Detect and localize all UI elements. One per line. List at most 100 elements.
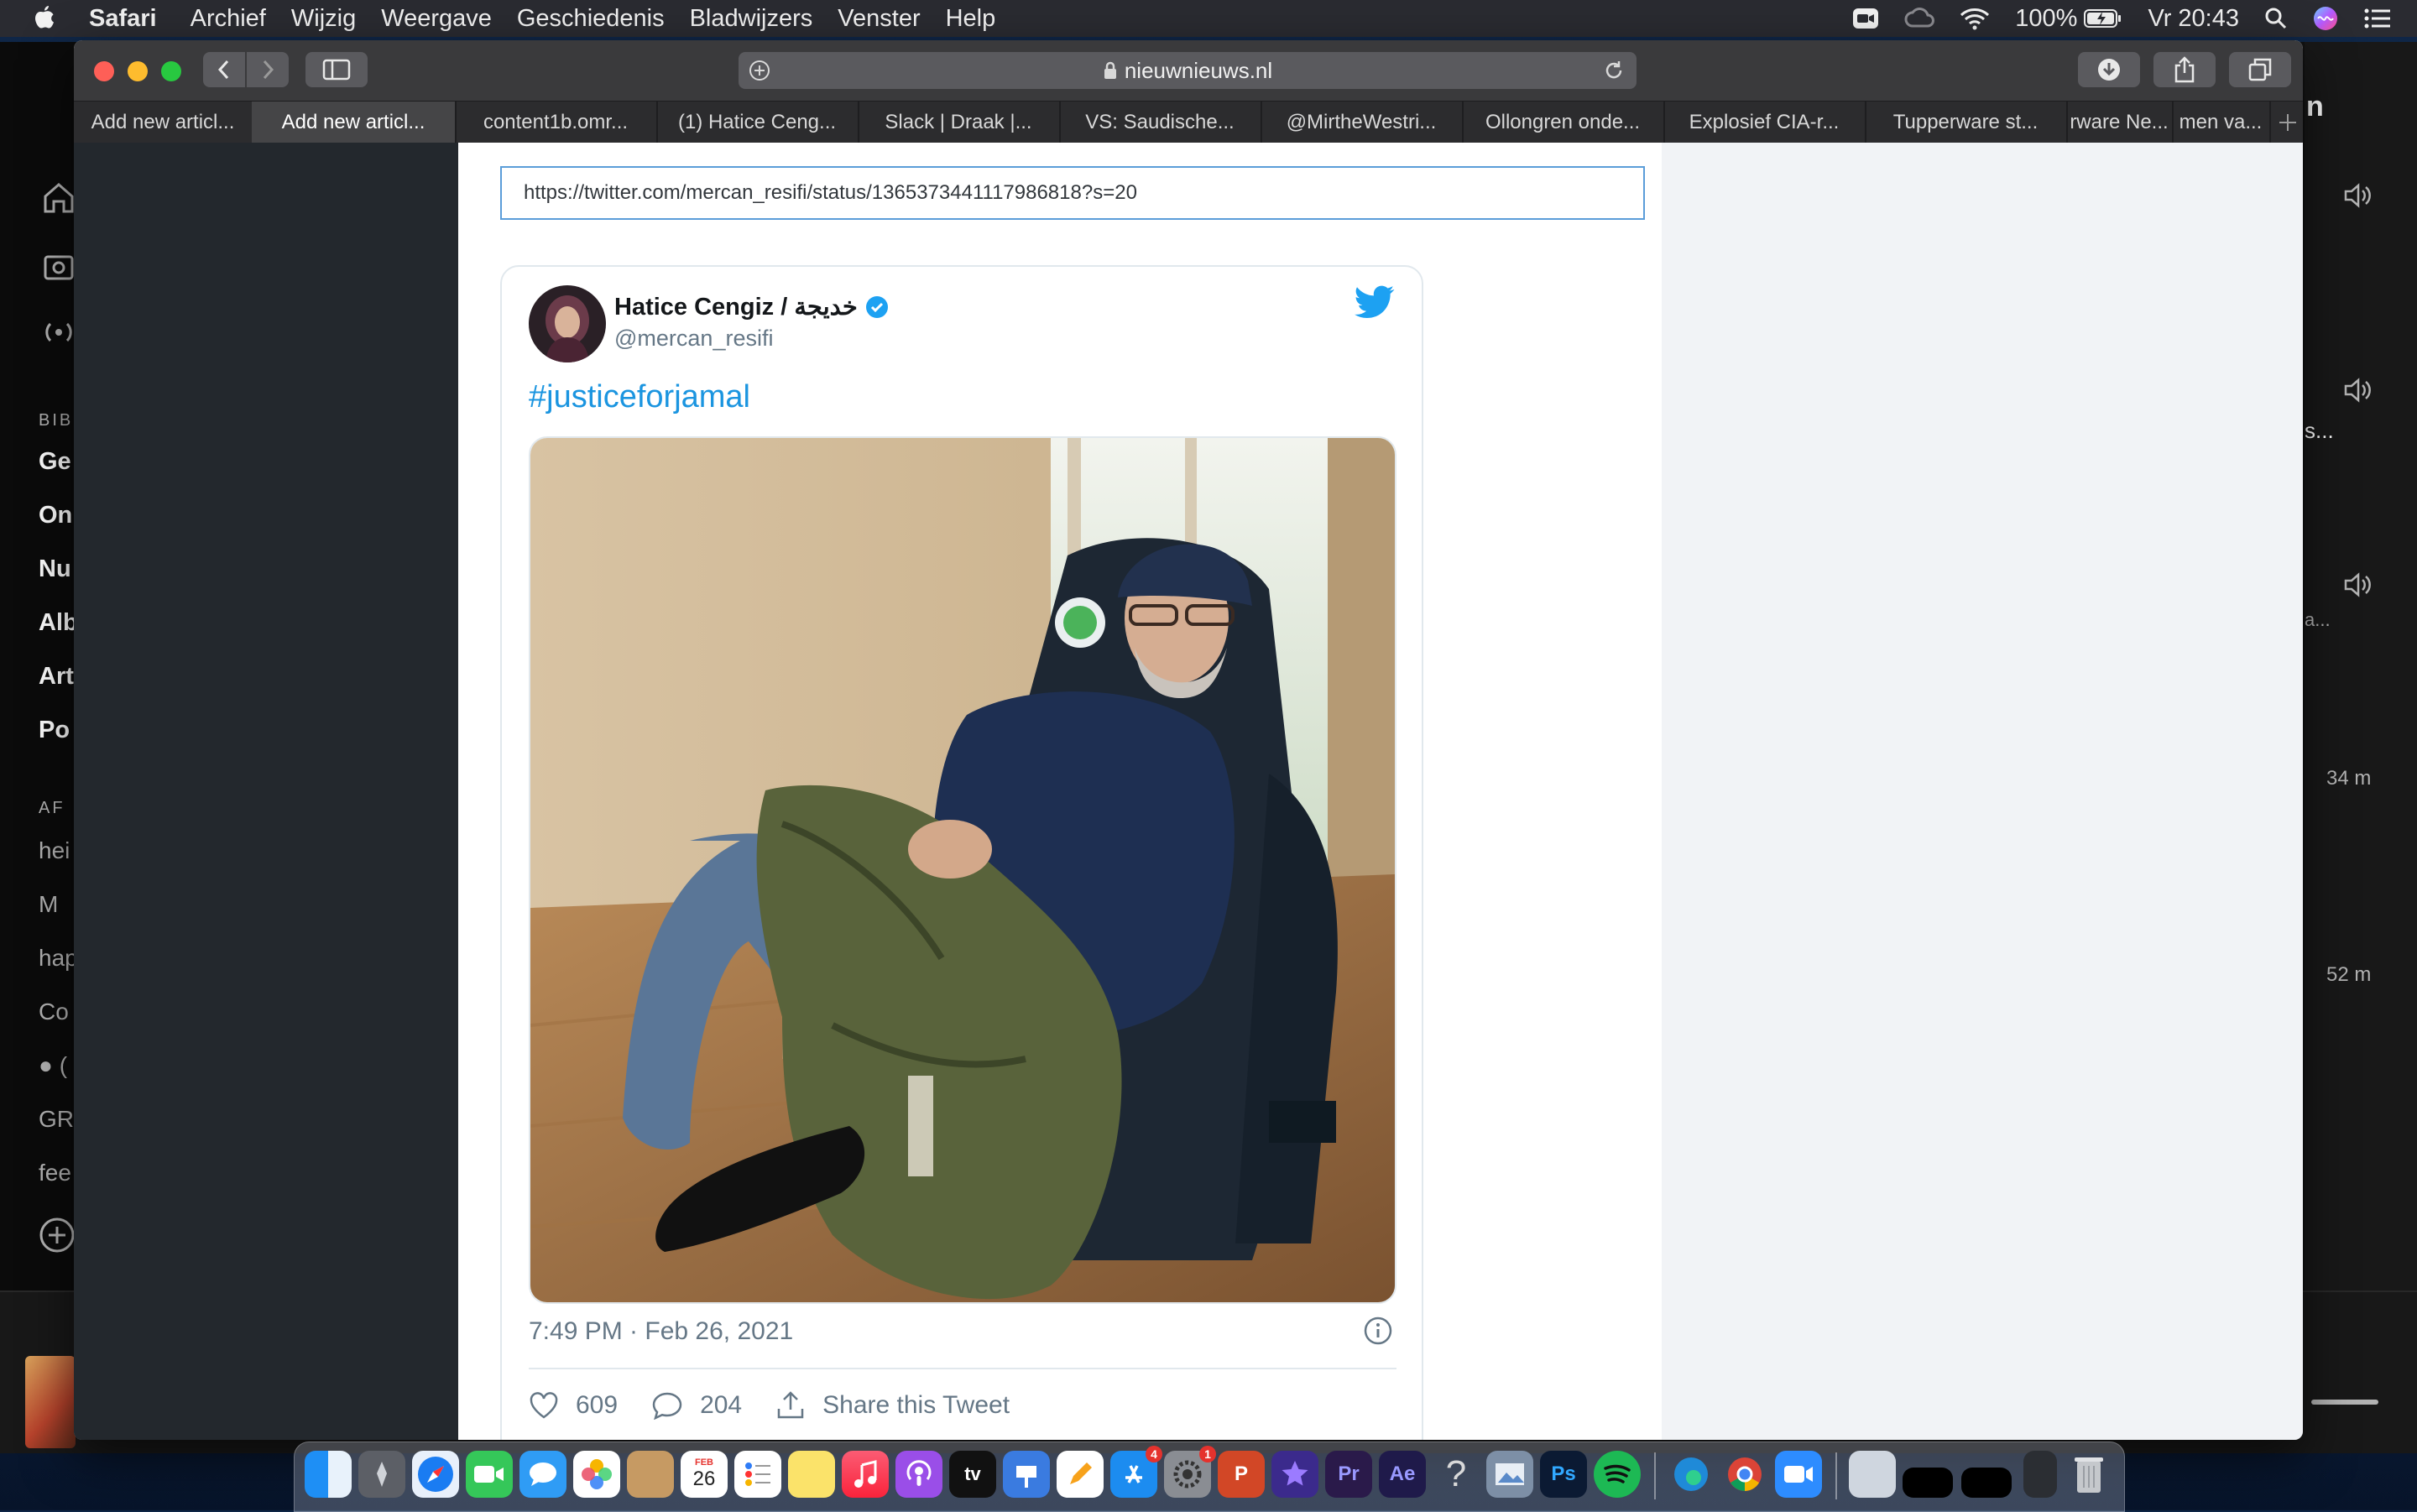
tab[interactable]: content1b.omr... xyxy=(455,102,658,143)
sidebar-toggle-button[interactable] xyxy=(305,52,368,87)
premiere-pro-icon[interactable]: Pr xyxy=(1325,1451,1372,1498)
music-icon[interactable] xyxy=(842,1451,889,1498)
tab[interactable]: Slack | Draak |... xyxy=(858,102,1061,143)
tab[interactable]: rware Ne... xyxy=(2066,102,2174,143)
home-icon[interactable] xyxy=(40,180,77,216)
menu-app-name[interactable]: Safari xyxy=(89,5,157,33)
forward-button[interactable] xyxy=(247,52,289,87)
like-button[interactable]: 609 xyxy=(529,1391,618,1420)
edge-icon[interactable] xyxy=(1668,1451,1715,1498)
reload-icon[interactable] xyxy=(1603,60,1625,81)
reminders-icon[interactable] xyxy=(734,1451,781,1498)
trash-icon[interactable] xyxy=(2065,1451,2112,1498)
siri-icon[interactable] xyxy=(2313,6,2338,31)
tab[interactable]: Tupperware st... xyxy=(1865,102,2068,143)
creative-cloud-icon[interactable] xyxy=(1904,8,1935,29)
contacts-icon[interactable] xyxy=(627,1451,674,1498)
safari-icon[interactable] xyxy=(412,1451,459,1498)
playlist-item[interactable]: GR xyxy=(39,1106,74,1133)
keynote-icon[interactable] xyxy=(1003,1451,1050,1498)
tweet-hashtag[interactable]: #justiceforjamal xyxy=(529,379,750,415)
chrome-icon[interactable] xyxy=(1721,1451,1768,1498)
window-thumbnail[interactable] xyxy=(2023,1451,2057,1498)
preview-icon[interactable] xyxy=(1486,1451,1533,1498)
battery-icon[interactable] xyxy=(2084,8,2122,29)
window-thumbnail[interactable] xyxy=(1903,1468,1953,1498)
playlist-item[interactable]: Co xyxy=(39,998,69,1025)
downloads-button[interactable] xyxy=(2078,52,2140,87)
wifi-icon[interactable] xyxy=(1960,7,1990,30)
zoom-icon[interactable] xyxy=(1775,1451,1822,1498)
after-effects-icon[interactable]: Ae xyxy=(1379,1451,1426,1498)
info-icon[interactable] xyxy=(1363,1316,1393,1346)
window-thumbnail[interactable] xyxy=(1961,1468,2012,1498)
spotlight-search-icon[interactable] xyxy=(2264,7,2288,30)
tab-active[interactable]: Add new articl... xyxy=(252,102,457,143)
help-icon[interactable]: ? xyxy=(1433,1451,1480,1498)
photoshop-icon[interactable]: Ps xyxy=(1540,1451,1587,1498)
tab[interactable]: (1) Hatice Ceng... xyxy=(656,102,859,143)
library-item[interactable]: Alb xyxy=(39,609,78,637)
url-display[interactable]: nieuwnieuws.nl xyxy=(739,52,1637,89)
avatar[interactable] xyxy=(529,285,606,362)
facetime-icon[interactable] xyxy=(466,1451,513,1498)
notification-center-icon[interactable] xyxy=(2363,8,2392,29)
twitter-bird-icon[interactable] xyxy=(1355,285,1395,319)
tweet-handle[interactable]: @mercan_resifi xyxy=(614,326,773,352)
pages-icon[interactable] xyxy=(1057,1451,1104,1498)
now-playing-cover[interactable] xyxy=(25,1356,76,1448)
reply-button[interactable]: 204 xyxy=(651,1391,742,1420)
apple-menu-icon[interactable] xyxy=(32,4,65,33)
volume-slider[interactable] xyxy=(2311,1400,2378,1405)
menu-bladwijzers[interactable]: Bladwijzers xyxy=(690,5,813,33)
embed-url-input[interactable]: https://twitter.com/mercan_resifi/status… xyxy=(500,166,1645,220)
maximize-window-button[interactable] xyxy=(161,61,181,81)
window-thumbnail[interactable] xyxy=(1849,1451,1896,1498)
share-button[interactable] xyxy=(2153,52,2216,87)
back-button[interactable] xyxy=(203,52,245,87)
tab[interactable]: men va... xyxy=(2172,102,2271,143)
speaker-icon[interactable] xyxy=(2343,378,2373,403)
menu-help[interactable]: Help xyxy=(946,5,996,33)
imovie-star-icon[interactable] xyxy=(1271,1451,1318,1498)
library-item[interactable]: Po xyxy=(39,717,70,744)
tweet-photo[interactable] xyxy=(529,436,1396,1304)
menu-weergave[interactable]: Weergave xyxy=(381,5,492,33)
tweet-author[interactable]: Hatice Cengiz / خديجة xyxy=(614,292,890,321)
playlist-item[interactable]: hap xyxy=(39,945,78,972)
new-playlist-icon[interactable] xyxy=(39,1217,76,1254)
tab[interactable]: Ollongren onde... xyxy=(1462,102,1665,143)
tab-overview-button[interactable] xyxy=(2229,52,2291,87)
menubar-clock[interactable]: Vr 20:43 xyxy=(2148,5,2239,33)
tab[interactable]: Add new articl... xyxy=(74,102,253,143)
calendar-icon[interactable]: FEB 26 xyxy=(681,1451,728,1498)
tab[interactable]: Explosief CIA-r... xyxy=(1663,102,1866,143)
playlist-item[interactable]: hei xyxy=(39,837,70,864)
menu-venster[interactable]: Venster xyxy=(838,5,920,33)
apple-tv-icon[interactable]: tv xyxy=(949,1451,996,1498)
finder-icon[interactable] xyxy=(305,1451,352,1498)
playlist-item[interactable]: fee xyxy=(39,1160,71,1186)
library-item[interactable]: Nu xyxy=(39,555,71,583)
tweet-timestamp[interactable]: 7:49 PM · Feb 26, 2021 xyxy=(529,1317,793,1346)
new-tab-button[interactable] xyxy=(2273,102,2303,143)
library-item[interactable]: On xyxy=(39,502,72,529)
zoom-video-icon[interactable] xyxy=(1852,8,1879,29)
system-preferences-icon[interactable]: 1 xyxy=(1164,1446,1216,1498)
playlist-item[interactable]: ● ( xyxy=(39,1052,67,1079)
library-item[interactable]: Ge xyxy=(39,448,71,476)
speaker-icon[interactable] xyxy=(2343,572,2373,597)
app-store-icon[interactable]: 4 xyxy=(1110,1446,1162,1498)
launchpad-icon[interactable] xyxy=(358,1451,405,1498)
tab[interactable]: @MirtheWestri... xyxy=(1261,102,1464,143)
playlist-item[interactable]: M xyxy=(39,891,58,918)
close-window-button[interactable] xyxy=(94,61,114,81)
menu-wijzig[interactable]: Wijzig xyxy=(291,5,356,33)
tab[interactable]: VS: Saudische... xyxy=(1059,102,1262,143)
menu-geschiedenis[interactable]: Geschiedenis xyxy=(517,5,665,33)
tweet-embed[interactable]: Hatice Cengiz / خديجة @mercan_resifi #ju… xyxy=(500,265,1423,1440)
podcasts-icon[interactable] xyxy=(895,1451,942,1498)
minimize-window-button[interactable] xyxy=(128,61,148,81)
powerpoint-icon[interactable]: P xyxy=(1218,1451,1265,1498)
library-item[interactable]: Art xyxy=(39,663,74,691)
